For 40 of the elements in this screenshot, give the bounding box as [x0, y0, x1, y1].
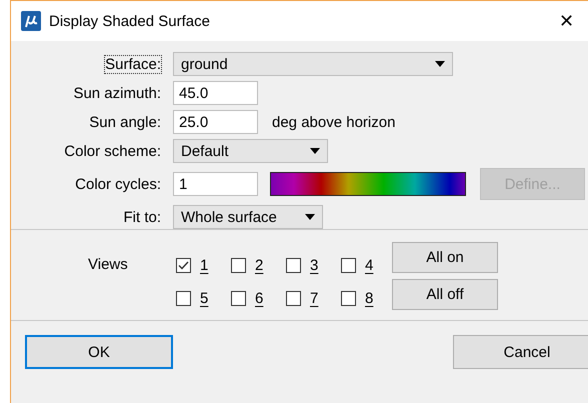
window-title: Display Shaded Surface	[49, 12, 210, 30]
close-button[interactable]: ✕	[559, 4, 574, 38]
checkbox-label[interactable]: 1	[200, 256, 208, 274]
field-label: Color scheme:	[64, 142, 161, 160]
input-field[interactable]: 1	[173, 172, 258, 196]
checkbox-label[interactable]: 7	[310, 290, 318, 306]
checkbox[interactable]	[341, 290, 356, 306]
checkbox-label[interactable]: 8	[365, 290, 374, 306]
checkbox-label[interactable]: 4	[365, 256, 374, 274]
checkbox[interactable]	[176, 258, 191, 272]
checkbox[interactable]	[231, 258, 246, 272]
input-field[interactable]: 25.0	[173, 110, 258, 134]
field-label: Sun azimuth:	[73, 84, 161, 102]
field-label: Color cycles:	[75, 176, 161, 192]
checkbox-label[interactable]: 3	[310, 256, 318, 274]
dropdown[interactable]: ground	[173, 52, 453, 76]
caret-icon	[435, 61, 445, 67]
checkbox[interactable]	[231, 290, 246, 306]
dropdown[interactable]: Default	[173, 139, 328, 163]
checkbox[interactable]	[286, 290, 301, 306]
checkbox-label[interactable]: 2	[255, 256, 264, 274]
toggle-all-button[interactable]: All on	[392, 242, 498, 273]
checkbox[interactable]	[286, 258, 301, 272]
checkbox-label[interactable]: 6	[255, 290, 264, 306]
checkbox[interactable]	[341, 258, 356, 272]
app-logo-icon	[21, 11, 41, 31]
field-label: Sun angle:	[89, 114, 161, 130]
field-label: Surface:	[105, 56, 161, 72]
unit-label: deg above horizon	[272, 114, 396, 130]
caret-icon	[305, 214, 315, 220]
field-label: Fit to:	[123, 208, 161, 226]
toggle-all-button[interactable]: All off	[392, 279, 498, 310]
caret-icon	[310, 148, 320, 154]
checkbox[interactable]	[176, 290, 191, 306]
views-label: Views	[88, 255, 129, 275]
dialog-button[interactable]: OK	[25, 335, 173, 369]
dialog-button[interactable]: Cancel	[453, 335, 588, 369]
checkbox-label[interactable]: 5	[200, 290, 208, 306]
dropdown[interactable]: Whole surface	[173, 205, 323, 229]
input-field[interactable]: 45.0	[173, 81, 258, 105]
